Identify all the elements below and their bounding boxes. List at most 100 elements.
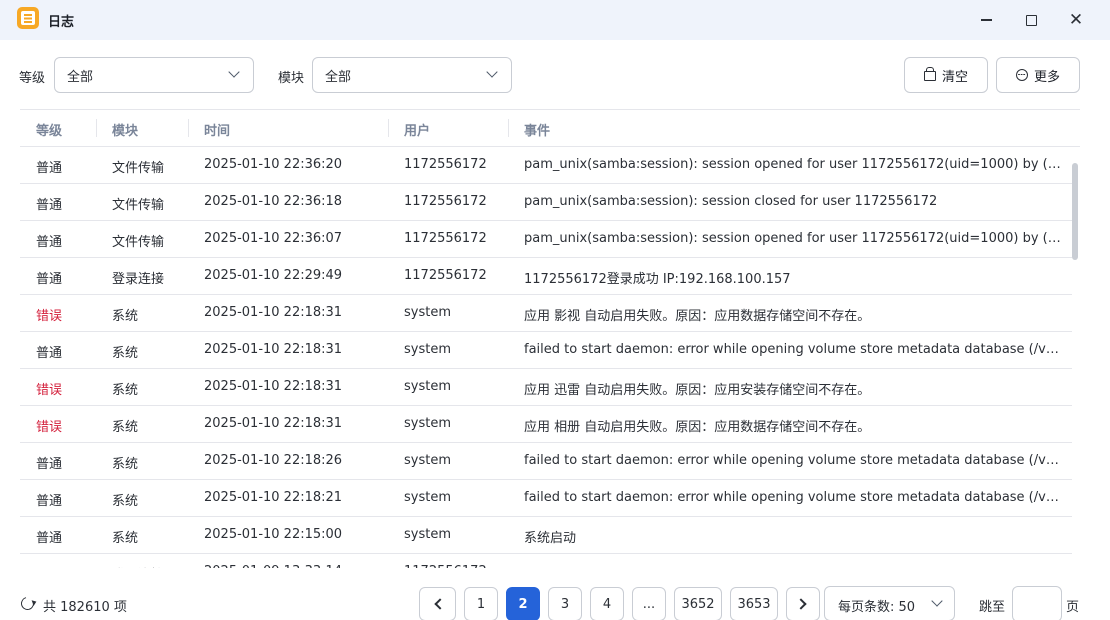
clear-button-label: 清空 (941, 69, 968, 85)
cell-level: 普通 (36, 531, 63, 546)
cell-time: 2025-01-10 22:18:31 (204, 379, 343, 394)
minimize-icon[interactable] (974, 8, 998, 32)
more-button-label: 更多 (1033, 69, 1060, 85)
page-size-select[interactable]: 每页条数: 50 (824, 586, 955, 620)
level-filter-label: 等级 (19, 71, 46, 86)
refresh-icon[interactable] (18, 594, 37, 613)
module-filter-label: 模块 (278, 71, 305, 86)
cell-user: 1172556172 (404, 157, 487, 172)
cell-level: 普通 (36, 346, 63, 361)
cell-event: 应用 相册 自动启用失败。原因：应用数据存储空间不存在。 (524, 420, 871, 435)
cell-time: 2025-01-10 22:18:21 (204, 490, 343, 505)
log-table-body[interactable]: 普通 文件传输 2025-01-10 22:36:20 1172556172 pam_u… (20, 147, 1072, 568)
table-row[interactable]: 普通 系统 2025-01-10 22:18:21 system failed to s… (20, 480, 1072, 517)
cell-time: 2025-01-09 13:33:14 (204, 564, 342, 568)
column-divider (188, 119, 189, 137)
cell-module: 系统 (112, 309, 139, 324)
window-title: 日志 (48, 15, 75, 30)
page-button[interactable]: 3653 (730, 587, 778, 620)
page-button[interactable]: 1 (464, 587, 498, 620)
page-size-label: 每页条数: 50 (838, 600, 916, 615)
vertical-scrollbar[interactable] (1072, 163, 1078, 260)
table-row[interactable]: 普通 系统 2025-01-10 22:18:26 system failed to s… (20, 443, 1072, 480)
table-header: 等级 模块 时间 用户 事件 (20, 110, 1080, 147)
cell-level: 错误 (36, 383, 63, 398)
column-header-level[interactable]: 等级 (36, 120, 62, 139)
cell-user: system (404, 453, 451, 468)
chevron-right-icon (795, 598, 807, 610)
column-header-event[interactable]: 事件 (524, 120, 550, 139)
cell-time: 2025-01-10 22:36:18 (204, 194, 343, 209)
page-ellipsis-button[interactable]: ... (632, 587, 666, 620)
module-select[interactable]: 全部 (312, 57, 512, 93)
page-unit-label: 页 (1066, 600, 1080, 615)
total-count: 共 182610 项 (43, 600, 127, 615)
cell-event: failed to start daemon: error while open… (524, 490, 1064, 505)
maximize-icon[interactable] (1019, 8, 1043, 32)
cell-user: 1172556172 (404, 194, 487, 209)
level-select[interactable]: 全部 (54, 57, 254, 93)
cell-event: 1172556172登录成功 IP:192.168.100.157 (524, 272, 791, 287)
jump-to-label: 跳至 (979, 600, 1006, 615)
cell-level: 普通 (36, 161, 63, 176)
cell-user: 1172556172 (404, 268, 487, 283)
chevron-down-icon (227, 67, 241, 81)
close-icon[interactable]: ✕ (1064, 8, 1088, 32)
cell-user: system (404, 379, 451, 394)
cell-module: 登录连接 (112, 564, 164, 568)
cell-level: 普通 (36, 272, 63, 287)
cell-time: 2025-01-10 22:29:49 (204, 268, 343, 283)
table-row[interactable]: 普通 登录连接 2025-01-09 13:33:14 1172556172 11725… (20, 554, 1072, 568)
column-divider (388, 119, 389, 137)
cell-time: 2025-01-10 22:18:31 (204, 342, 343, 357)
page-button[interactable]: 3 (548, 587, 582, 620)
clear-button[interactable]: 清空 (904, 57, 988, 93)
cell-user: 1172556172 (404, 231, 487, 246)
table-row[interactable]: 错误 系统 2025-01-10 22:18:31 system 应用 影视 自动启用失… (20, 295, 1072, 332)
page-button-current[interactable]: 2 (506, 587, 540, 620)
cell-module: 系统 (112, 494, 139, 509)
column-header-time[interactable]: 时间 (204, 120, 230, 139)
cell-event: 1172556172登录成功(private) IP:192.168.100.1… (524, 564, 1064, 568)
column-header-user[interactable]: 用户 (404, 120, 430, 139)
cell-time: 2025-01-10 22:36:20 (204, 157, 343, 172)
cell-event: 应用 迅雷 自动启用失败。原因：应用安装存储空间不存在。 (524, 383, 871, 398)
table-row[interactable]: 错误 系统 2025-01-10 22:18:31 system 应用 相册 自动启用失… (20, 406, 1072, 443)
cell-time: 2025-01-10 22:18:26 (204, 453, 343, 468)
cell-module: 文件传输 (112, 235, 165, 250)
table-row[interactable]: 普通 文件传输 2025-01-10 22:36:07 1172556172 pam_u… (20, 221, 1072, 258)
table-row[interactable]: 普通 系统 2025-01-10 22:18:31 system failed to s… (20, 332, 1072, 369)
cell-level: 错误 (36, 309, 63, 324)
prev-page-button[interactable] (419, 587, 456, 620)
chevron-down-icon (930, 596, 944, 610)
cell-user: system (404, 527, 451, 542)
page-button[interactable]: 4 (590, 587, 624, 620)
cell-module: 登录连接 (112, 272, 165, 287)
table-row[interactable]: 普通 系统 2025-01-10 22:15:00 system 系统启动 (20, 517, 1072, 554)
log-app-icon (17, 7, 39, 29)
column-divider (508, 119, 509, 137)
cell-level: 普通 (36, 235, 63, 250)
table-row[interactable]: 普通 文件传输 2025-01-10 22:36:18 1172556172 pam_u… (20, 184, 1072, 221)
chevron-down-icon (485, 67, 499, 81)
cell-user: system (404, 416, 451, 431)
page-button[interactable]: 3652 (674, 587, 722, 620)
more-icon (1015, 69, 1028, 81)
table-row[interactable]: 普通 登录连接 2025-01-10 22:29:49 1172556172 11725… (20, 258, 1072, 295)
cell-event: pam_unix(samba:session): session opened … (524, 157, 1064, 172)
next-page-button[interactable] (786, 587, 820, 620)
jump-to-page-input[interactable] (1012, 586, 1062, 620)
table-row[interactable]: 错误 系统 2025-01-10 22:18:31 system 应用 迅雷 自动启用失… (20, 369, 1072, 406)
title-bar: 日志 ✕ (0, 0, 1110, 40)
module-select-value: 全部 (325, 69, 352, 85)
column-header-module[interactable]: 模块 (112, 120, 138, 139)
cell-time: 2025-01-10 22:18:31 (204, 305, 343, 320)
more-button[interactable]: 更多 (996, 57, 1080, 93)
column-divider (96, 119, 97, 137)
cell-module: 系统 (112, 383, 139, 398)
cell-level: 错误 (36, 420, 63, 435)
cell-module: 文件传输 (112, 161, 165, 176)
table-row[interactable]: 普通 文件传输 2025-01-10 22:36:20 1172556172 pam_u… (20, 147, 1072, 184)
cell-time: 2025-01-10 22:18:31 (204, 416, 343, 431)
cell-event: 应用 影视 自动启用失败。原因：应用数据存储空间不存在。 (524, 309, 871, 324)
